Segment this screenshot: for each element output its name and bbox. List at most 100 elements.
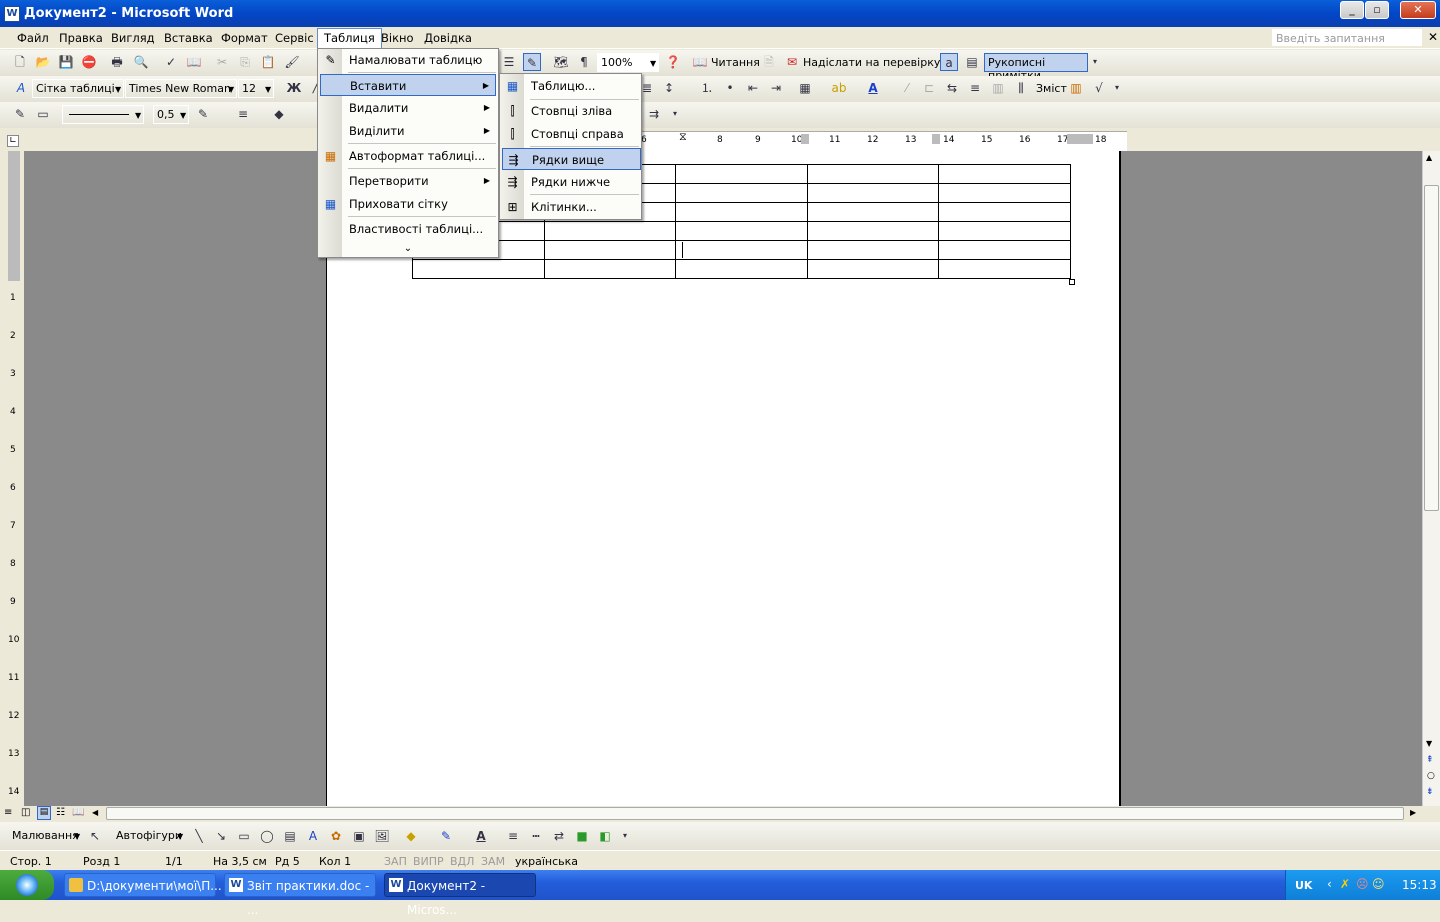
line-style-icon[interactable]: ≡ [504,827,522,845]
ask-question-input[interactable]: Введіть запитання [1272,29,1422,46]
vertical-ruler[interactable]: 1 2 3 4 5 6 7 8 9 10 11 12 13 14 [0,151,24,806]
rectangle-icon[interactable]: ▭ [235,827,253,845]
clock[interactable]: 15:13 [1402,878,1437,892]
language-indicator[interactable]: UK [1295,879,1312,892]
maximize-button[interactable]: ▫ [1365,1,1389,19]
line-weight-combo[interactable]: 0,5 ▼ [153,105,189,124]
column-marker[interactable] [932,134,940,144]
borders-icon[interactable]: ▦ [796,79,814,97]
menu-help[interactable]: Довідка [424,31,472,45]
picture-icon[interactable]: 🖼 [373,827,391,845]
shading-icon[interactable]: ◆ [270,105,288,123]
table-cell[interactable] [806,164,939,184]
table-cell[interactable] [938,221,1071,241]
menu-file[interactable]: Файл [17,31,49,45]
submenu-columns-right[interactable]: ⫿ Стовпці справа [502,123,641,145]
close-document-icon[interactable]: ✕ [1428,30,1438,44]
table-cell[interactable] [543,259,676,279]
document-map-icon[interactable]: 🗺 [552,53,570,71]
toc-label[interactable]: Зміст [1036,82,1067,95]
draw-menu[interactable]: Малювання [12,829,79,842]
scroll-left-icon[interactable]: ◀ [92,808,98,817]
menu-format[interactable]: Формат [221,31,268,45]
table-grid-icon[interactable]: ▥ [989,79,1007,97]
table-cell[interactable] [543,221,676,241]
format-painter-icon[interactable]: 🖌 [283,53,301,71]
horizontal-scrollbar[interactable]: ≡ ◫ ▤ ☷ 📖 ◀ ▶ [0,806,1440,822]
cut-icon[interactable]: ✂ [213,53,231,71]
draw-font-color-icon[interactable]: A [472,827,490,845]
scroll-down-icon[interactable]: ▼ [1426,739,1432,748]
toolbar-options-icon-2[interactable]: ▾ [1112,79,1122,97]
research-icon[interactable]: 📖 [185,53,203,71]
minimize-button[interactable]: _ [1340,1,1364,19]
shadow-icon[interactable]: ■ [573,827,591,845]
font-color-icon[interactable]: A [864,79,882,97]
smiley-icon[interactable]: ☺ [1372,877,1385,891]
open-icon[interactable]: 📂 [34,53,52,71]
network-icon[interactable]: ✗ [1340,877,1350,891]
menu-delete-submenu[interactable]: Видалити ▶ [320,97,496,119]
column-marker[interactable] [801,134,809,144]
submenu-rows-above[interactable]: ⇶ Рядки вище [502,148,641,170]
ink-tools-icon[interactable]: ▤ [963,53,981,71]
draw-table-icon[interactable]: ✎ [11,105,29,123]
oval-icon[interactable]: ◯ [258,827,276,845]
text-direction-icon[interactable]: ⇆ [943,79,961,97]
wordart-icon[interactable]: A [304,827,322,845]
fill-color-icon[interactable]: ◆ [402,827,420,845]
numbering-icon[interactable]: ⒈ [698,79,716,97]
table-cell[interactable] [806,183,939,203]
table-cell[interactable] [675,240,808,260]
table-cell[interactable] [675,221,808,241]
status-extend[interactable]: ВДЛ [450,855,474,868]
decrease-indent-icon[interactable]: ⇤ [744,79,762,97]
table-cell[interactable] [938,202,1071,222]
font-combo[interactable]: Times New Roman ▼ [125,79,237,98]
copy-icon[interactable]: ⎘ [236,53,254,71]
table-cell[interactable] [938,164,1071,184]
print-icon[interactable]: 🖶 [108,53,126,71]
strikethrough-icon[interactable]: ⁄ [898,79,916,97]
show-hide-icon[interactable]: ¶ [575,53,593,71]
indent-icon[interactable]: ⊏ [920,79,938,97]
menu-hide-gridlines[interactable]: ▦ Приховати сітку [320,193,496,215]
scroll-thumb[interactable] [1424,185,1439,511]
menu-insert[interactable]: Вставка [164,31,213,45]
clipart-icon[interactable]: ▣ [350,827,368,845]
scroll-up-icon[interactable]: ▲ [1426,153,1432,162]
dash-style-icon[interactable]: ┅ [527,827,545,845]
menu-tools[interactable]: Сервіс [275,31,314,45]
style-combo[interactable]: Сітка таблиці ▼ [32,79,124,98]
menu-select-submenu[interactable]: Виділити ▶ [320,120,496,142]
paste-icon[interactable]: 📋 [259,53,277,71]
reading-label[interactable]: Читання [711,56,760,69]
tab-selector[interactable]: ∟ [0,131,24,151]
messenger-icon[interactable]: ☹ [1356,877,1369,891]
menu-autoformat[interactable]: ▦ Автоформат таблиці... [320,145,496,167]
menu-expand-chevron-icon[interactable]: ⌄ [320,238,496,260]
print-preview-icon[interactable]: 🔍 [132,53,150,71]
toolbar-options-icon[interactable]: ▾ [1090,53,1100,71]
select-objects-icon[interactable]: ↖ [86,827,104,845]
border-color-icon[interactable]: ✎ [194,105,212,123]
table-cell[interactable] [806,259,939,279]
menu-insert-submenu[interactable]: Вставити ▶ [320,74,496,96]
menu-convert-submenu[interactable]: Перетворити ▶ [320,170,496,192]
line-spacing-icon[interactable]: ↕ [660,79,678,97]
table-cell[interactable] [675,202,808,222]
ink-notes-button[interactable]: Рукописні примітки [984,53,1088,82]
tray-expand-icon[interactable]: ‹ [1327,877,1332,891]
select-browse-object-icon[interactable]: ○ [1427,771,1435,781]
submenu-insert-table[interactable]: ▦ Таблицю... [502,75,641,97]
new-document-icon[interactable]: 🗋 [11,53,29,71]
vertical-scrollbar[interactable]: ▲ ▼ ⇞ ○ ⇟ [1422,151,1440,806]
menu-edit[interactable]: Правка [59,31,103,45]
3d-icon[interactable]: ◧ [596,827,614,845]
reading-view-icon[interactable]: 📖 [72,807,84,818]
ink-annotations-icon[interactable]: a [940,53,958,71]
scroll-right-icon[interactable]: ▶ [1410,808,1416,817]
status-overtype[interactable]: ЗАМ [481,855,505,868]
send-review-label[interactable]: Надіслати на перевірку… [803,56,951,69]
table-cell[interactable] [938,259,1071,279]
